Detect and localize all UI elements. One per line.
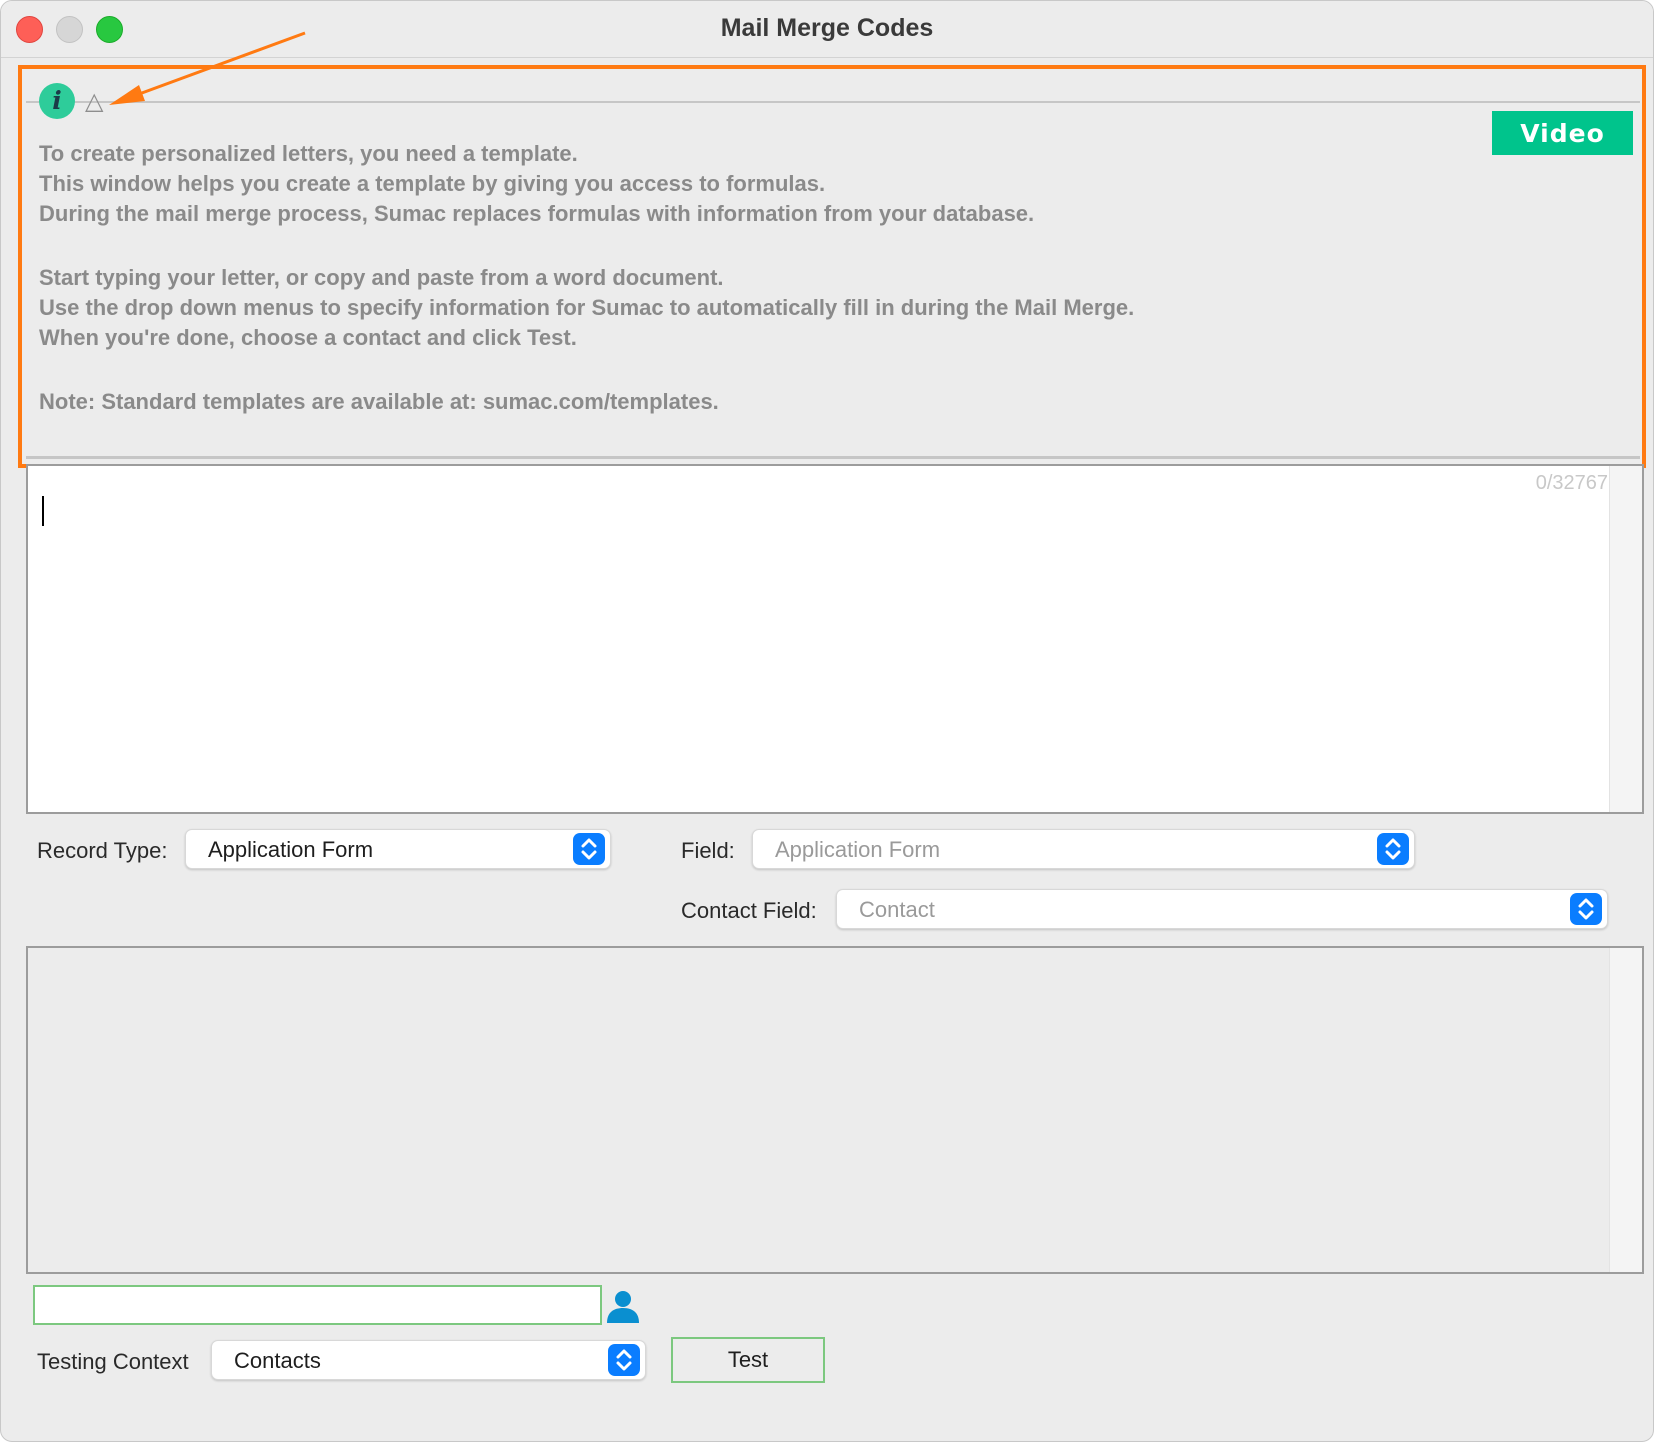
info-text-line: Use the drop down menus to specify infor… [39, 295, 1135, 320]
preview-scrollbar[interactable] [1609, 948, 1642, 1272]
info-panel-bottom-divider [26, 456, 1640, 459]
chevron-up-down-icon [573, 833, 605, 865]
field-label: Field: [681, 838, 735, 863]
contact-search-input[interactable] [33, 1285, 602, 1325]
info-text-line: This window helps you create a template … [39, 171, 826, 196]
testing-context-value: Contacts [234, 1348, 321, 1373]
info-text-line: To create personalized letters, you need… [39, 141, 578, 166]
info-icon[interactable]: i [39, 83, 75, 119]
character-count: 0/32767 [1535, 472, 1608, 494]
window-title: Mail Merge Codes [720, 14, 934, 42]
chevron-up-down-icon [608, 1344, 640, 1376]
testing-context-label: Testing Context [37, 1349, 189, 1374]
record-type-select[interactable]: Application Form [185, 829, 611, 869]
info-text-line: Start typing your letter, or copy and pa… [39, 265, 724, 290]
info-panel-top-divider [26, 101, 1640, 103]
info-note-line: Note: Standard templates are available a… [39, 389, 719, 414]
title-bar: Mail Merge Codes [1, 1, 1653, 58]
testing-context-select[interactable]: Contacts [211, 1340, 646, 1380]
warning-triangle-icon[interactable]: △ [85, 89, 103, 115]
test-button[interactable]: Test [671, 1337, 825, 1383]
editor-scrollbar[interactable] [1609, 466, 1642, 812]
mail-merge-window: Mail Merge Codes i △ Video To create per… [0, 0, 1654, 1442]
info-text-line: When you're done, choose a contact and c… [39, 325, 577, 350]
person-icon[interactable] [604, 1287, 642, 1325]
chevron-up-down-icon [1570, 893, 1602, 925]
contact-field-placeholder: Contact [859, 897, 935, 922]
video-button[interactable]: Video [1492, 111, 1633, 155]
info-text-line: During the mail merge process, Sumac rep… [39, 201, 1035, 226]
field-placeholder: Application Form [775, 837, 941, 862]
chevron-up-down-icon [1377, 833, 1409, 865]
text-caret [42, 496, 44, 526]
record-type-value: Application Form [208, 837, 374, 862]
field-select[interactable]: Application Form [752, 829, 1415, 869]
record-type-label: Record Type: [37, 838, 168, 863]
contact-field-label: Contact Field: [681, 898, 817, 923]
template-editor[interactable]: 0/32767 [26, 464, 1644, 814]
contact-field-select[interactable]: Contact [836, 889, 1608, 929]
merge-preview-area[interactable] [26, 946, 1644, 1274]
